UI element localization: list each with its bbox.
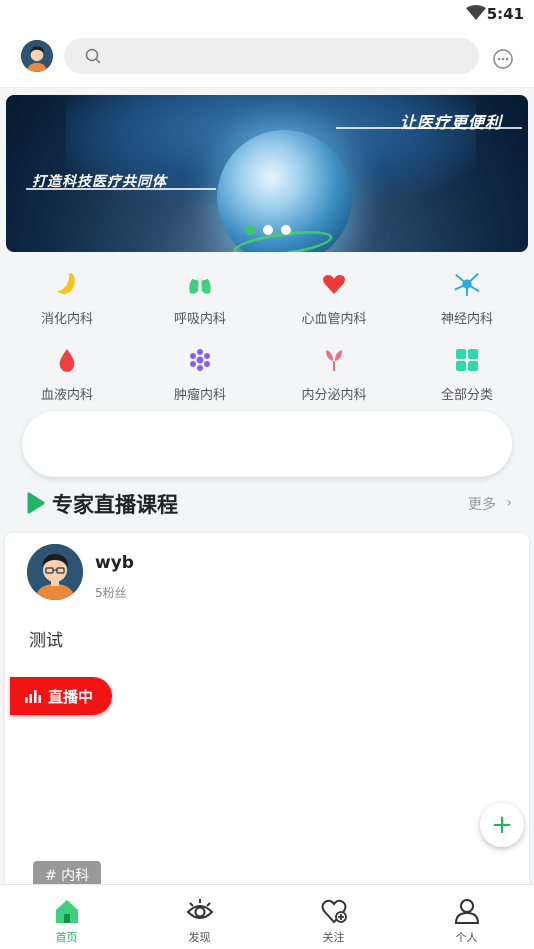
category-label: 消化内科 (40, 312, 93, 327)
category-all[interactable]: 全部分类 (400, 338, 534, 408)
home-icon (55, 900, 78, 923)
eye-icon (186, 899, 213, 919)
category-grid: 消化内科 呼吸内科 心血管内科 神经内科 血液内科 肿瘤内科 内分泌内科 全部分… (0, 262, 534, 412)
category-oncology[interactable]: 肿瘤内科 (133, 338, 267, 408)
avatar-illustration (21, 40, 53, 72)
avatar-illustration (27, 544, 83, 600)
search-icon (85, 48, 101, 64)
plus-icon: + (491, 810, 513, 840)
nav-label: 个人 (455, 931, 478, 944)
banner-dot[interactable] (281, 225, 291, 235)
blood-drop-icon (53, 346, 81, 374)
search-bar[interactable] (64, 38, 479, 74)
course-card[interactable]: wyb 5粉丝 测试 直播中 # 内科 (5, 533, 529, 933)
author-fans: 5粉丝 (95, 586, 127, 600)
stomach-icon (53, 270, 81, 298)
status-bar: 5:41 (0, 0, 534, 30)
live-label: 直播中 (48, 688, 94, 706)
nav-label: 首页 (55, 931, 78, 944)
status-time: 5:41 (486, 5, 524, 23)
author-avatar[interactable] (27, 544, 83, 600)
author-name: wyb (95, 553, 134, 573)
nav-follow[interactable]: 关注 (267, 885, 400, 949)
more-link[interactable]: 更多 (468, 494, 496, 514)
grid-icon (453, 346, 481, 374)
notice-panel[interactable] (22, 411, 512, 477)
search-input[interactable] (110, 44, 460, 68)
section-title: 专家直播课程 (52, 493, 178, 517)
heart-plus-icon (321, 899, 347, 924)
category-label: 呼吸内科 (173, 312, 226, 327)
heart-icon (320, 270, 348, 298)
category-label: 神经内科 (440, 312, 493, 327)
live-badge: 直播中 (10, 677, 112, 715)
chevron-right-icon[interactable]: › (506, 495, 512, 511)
category-label: 心血管内科 (301, 312, 367, 327)
wifi-icon (466, 5, 486, 20)
nav-profile[interactable]: 个人 (400, 885, 533, 949)
category-label: 肿瘤内科 (173, 388, 226, 403)
category-label: 全部分类 (440, 388, 493, 403)
category-neurology[interactable]: 神经内科 (400, 262, 534, 332)
message-icon[interactable] (492, 48, 514, 70)
nav-discover[interactable]: 发现 (133, 885, 266, 949)
promo-banner[interactable]: 让医疗更便利 打造科技医疗共同体 (6, 95, 528, 252)
signal-bars-icon (25, 690, 41, 703)
category-cardiovascular[interactable]: 心血管内科 (267, 262, 401, 332)
play-icon (27, 492, 45, 514)
cells-icon (186, 346, 214, 374)
nav-label: 关注 (322, 931, 345, 944)
top-header (0, 30, 534, 88)
app-root: 5:41 让医疗更便利 打造科技医疗共同体 消化内科 呼吸内科 心血管内科 神经… (0, 0, 534, 949)
nav-home[interactable]: 首页 (0, 885, 133, 949)
lungs-icon (186, 270, 214, 298)
banner-pagination (245, 225, 291, 235)
category-label: 血液内科 (40, 388, 93, 403)
user-avatar[interactable] (21, 40, 53, 72)
category-label: 内分泌内科 (301, 388, 367, 403)
category-endocrinology[interactable]: 内分泌内科 (267, 338, 401, 408)
banner-dot[interactable] (245, 225, 255, 235)
person-icon (454, 899, 479, 924)
bottom-nav: 首页 发现 关注 个人 (0, 884, 534, 949)
course-title: 测试 (29, 631, 63, 651)
gland-icon (320, 346, 348, 374)
category-hematology[interactable]: 血液内科 (0, 338, 134, 408)
section-header: 专家直播课程 更多 › (0, 484, 534, 524)
banner-slogan-right: 让医疗更便利 (399, 113, 502, 132)
add-button[interactable]: + (480, 803, 524, 847)
banner-slogan-left: 打造科技医疗共同体 (32, 174, 167, 190)
banner-dot[interactable] (263, 225, 273, 235)
neuron-icon (453, 270, 481, 298)
nav-label: 发现 (188, 931, 211, 944)
category-digestive[interactable]: 消化内科 (0, 262, 134, 332)
category-respiratory[interactable]: 呼吸内科 (133, 262, 267, 332)
